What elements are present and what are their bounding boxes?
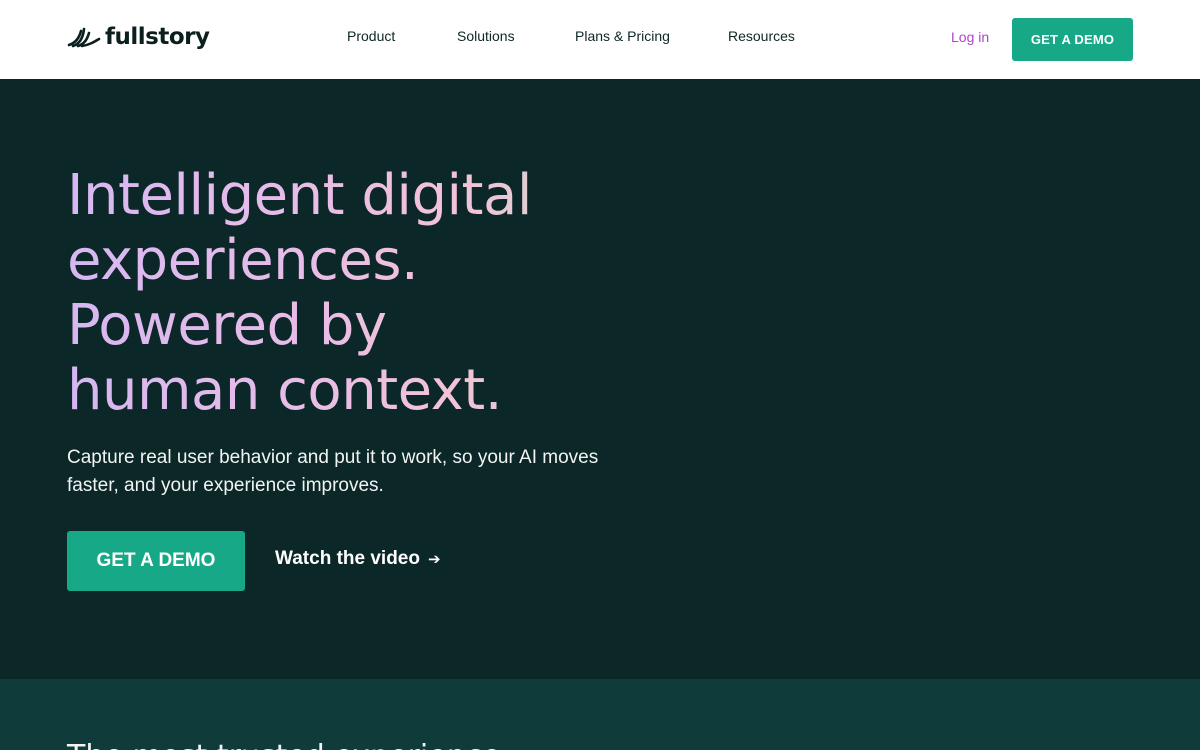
fullstory-logo-icon	[67, 27, 101, 48]
nav-item-plans-pricing[interactable]: Plans & Pricing	[575, 28, 670, 44]
logo-text: fullstory	[105, 24, 210, 50]
nav-item-solutions[interactable]: Solutions	[457, 28, 515, 44]
login-link[interactable]: Log in	[951, 29, 989, 45]
headline-line-2: experiences.	[67, 228, 627, 293]
watch-video-label: Watch the video	[275, 548, 420, 569]
hero-subtext: Capture real user behavior and put it to…	[67, 447, 599, 496]
headline-line-3: Powered by	[67, 293, 627, 358]
nav-item-product[interactable]: Product	[347, 28, 395, 44]
fullstory-logo[interactable]: fullstory	[67, 22, 210, 52]
trusted-heading: The most trusted experience	[67, 739, 501, 750]
watch-video-link[interactable]: Watch the video ➔	[275, 548, 441, 570]
get-demo-button-hero[interactable]: GET A DEMO	[67, 531, 245, 591]
hero-headline: Intelligent digital experiences. Powered…	[67, 163, 627, 423]
nav-item-resources[interactable]: Resources	[728, 28, 795, 44]
arrow-right-icon: ➔	[427, 550, 441, 568]
hero-section: Intelligent digital experiences. Powered…	[0, 79, 1200, 679]
headline-line-4: human context.	[67, 358, 627, 423]
headline-line-1: Intelligent digital	[67, 163, 627, 228]
site-header: fullstory Product Solutions Plans & Pric…	[0, 0, 1200, 79]
get-demo-button-header[interactable]: GET A DEMO	[1012, 18, 1133, 61]
trusted-section: The most trusted experience	[0, 679, 1200, 750]
